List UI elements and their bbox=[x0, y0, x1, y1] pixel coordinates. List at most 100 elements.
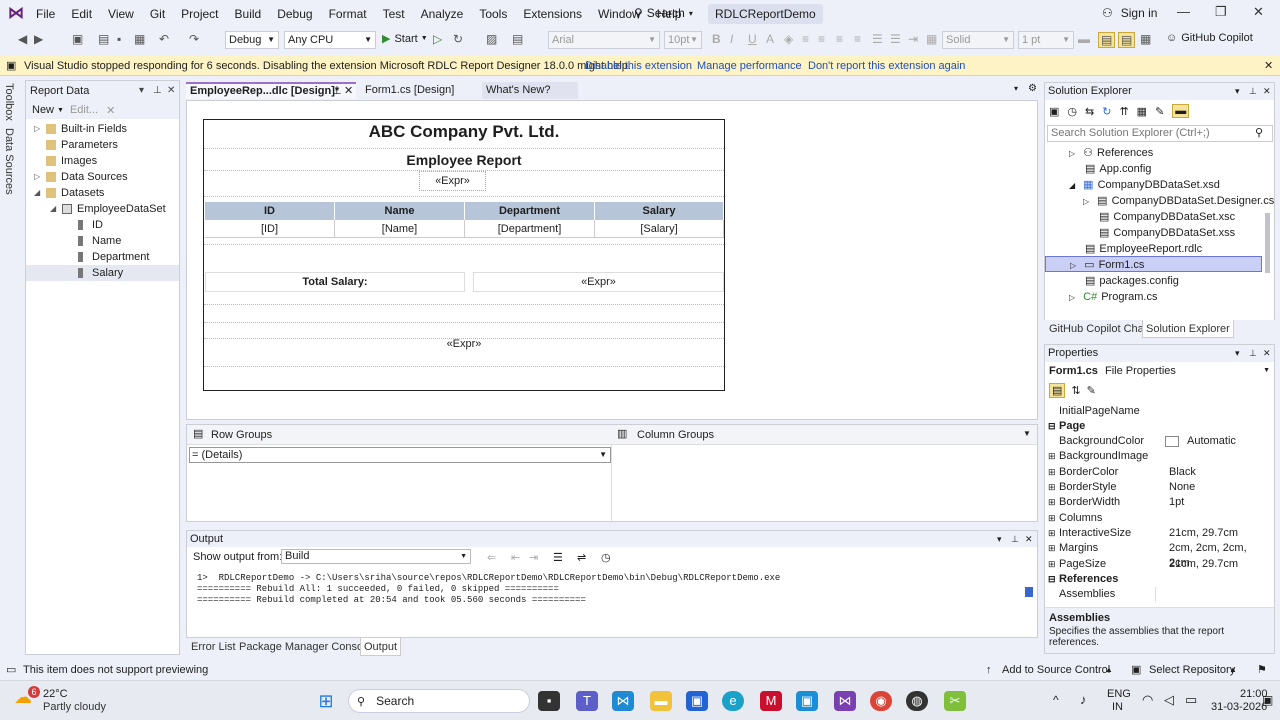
properties-wrench-icon[interactable]: ✎ bbox=[1155, 105, 1164, 118]
sync-icon[interactable]: ▣ bbox=[1049, 105, 1059, 118]
toolbox-tab[interactable]: Toolbox bbox=[3, 83, 15, 121]
border-style-select[interactable]: Solid ▼ bbox=[942, 31, 1014, 49]
tree-item-field-id[interactable]: ID bbox=[26, 217, 179, 233]
expand-icon[interactable]: ⊞ bbox=[1048, 449, 1056, 464]
align-right-icon[interactable]: ≡ bbox=[836, 32, 843, 46]
align-center-icon[interactable]: ≡ bbox=[818, 32, 825, 46]
open-file-icon[interactable]: ▤ bbox=[98, 32, 109, 46]
expand-icon[interactable]: ▷ bbox=[1069, 293, 1075, 302]
tab-github-copilot-chat[interactable]: GitHub Copilot Chat bbox=[1046, 320, 1150, 338]
microphone-icon[interactable]: ♪ bbox=[1080, 692, 1087, 707]
close-icon[interactable]: ✕ bbox=[1263, 345, 1271, 362]
solution-item-program[interactable]: ▷ C# Program.cs bbox=[1069, 289, 1280, 305]
categorized-icon[interactable]: ▤ bbox=[1049, 382, 1066, 398]
expand-icon[interactable]: ⊞ bbox=[1048, 541, 1056, 556]
input-indicator[interactable]: IN bbox=[1112, 701, 1123, 713]
property-row[interactable]: ⊞ BorderColor Black bbox=[1045, 465, 1260, 480]
dropdown-icon[interactable]: ▾ bbox=[139, 81, 144, 101]
save-icon[interactable]: ▪ bbox=[117, 32, 121, 46]
forward-icon[interactable]: ▶ bbox=[34, 32, 43, 46]
header-id[interactable]: ID bbox=[205, 202, 335, 220]
disable-extension-link[interactable]: Disable this extension bbox=[585, 56, 692, 76]
tree-item-images[interactable]: Images bbox=[26, 153, 179, 169]
expand-icon[interactable]: ▷ bbox=[34, 169, 40, 185]
expand-icon[interactable]: ⊞ bbox=[1048, 511, 1056, 526]
store-icon[interactable]: ▣ bbox=[686, 691, 708, 711]
property-pages-icon[interactable]: ✎ bbox=[1087, 384, 1096, 397]
report-layout-icon[interactable]: ▤ bbox=[1118, 32, 1136, 48]
start-without-debugging-icon[interactable]: ▷ bbox=[433, 32, 442, 46]
manage-performance-link[interactable]: Manage performance bbox=[697, 56, 802, 76]
indent-icon[interactable]: ⇥ bbox=[908, 32, 918, 46]
expand-icon[interactable]: ▷ bbox=[34, 121, 40, 137]
chevron-down-icon[interactable]: ▼ bbox=[1023, 429, 1031, 438]
property-value[interactable]: 21cm, 29.7cm bbox=[1169, 557, 1238, 572]
undo-icon[interactable]: ↶ bbox=[159, 32, 169, 46]
refresh-icon[interactable]: ↻ bbox=[1102, 105, 1111, 118]
italic-icon[interactable]: I bbox=[730, 32, 733, 46]
notifications-icon[interactable]: ⚑ bbox=[1257, 660, 1267, 680]
justify-icon[interactable]: ≡ bbox=[854, 32, 861, 46]
expand-icon[interactable]: ⊞ bbox=[1048, 465, 1056, 480]
solution-item-references[interactable]: ▷ ⚇ References bbox=[1069, 145, 1280, 161]
minimize-icon[interactable]: — bbox=[1177, 4, 1190, 19]
tab-solution-explorer[interactable]: Solution Explorer bbox=[1142, 320, 1234, 338]
tree-item-field-salary[interactable]: Salary bbox=[26, 265, 179, 281]
layout-icon[interactable]: ▤ bbox=[512, 32, 523, 46]
clock-date[interactable]: 31-03-2026 bbox=[1211, 701, 1267, 713]
report-body-icon[interactable]: ▤ bbox=[1098, 32, 1116, 48]
edge-icon[interactable]: e bbox=[722, 691, 744, 711]
scrollbar-thumb[interactable] bbox=[1025, 587, 1033, 597]
properties-object-select[interactable]: Form1.cs File Properties ▼ bbox=[1045, 362, 1274, 380]
tab-output[interactable]: Output bbox=[360, 638, 402, 656]
property-category-references[interactable]: ⊟ References bbox=[1045, 572, 1260, 587]
pin-icon[interactable]: ⊥ bbox=[1249, 83, 1257, 100]
solution-item-app-config[interactable]: ▤ App.config bbox=[1069, 161, 1280, 177]
solution-item-dataset-xsd[interactable]: ◢ ▦ CompanyDBDataSet.xsd bbox=[1069, 177, 1280, 193]
property-row[interactable]: ⊞ BackgroundImage bbox=[1045, 449, 1260, 464]
details-group[interactable]: = (Details) ▼ bbox=[189, 447, 611, 463]
menu-tools[interactable]: Tools bbox=[471, 0, 515, 28]
task-view-icon[interactable]: ▪ bbox=[538, 691, 560, 711]
tree-item-field-name[interactable]: Name bbox=[26, 233, 179, 249]
font-color-icon[interactable]: A bbox=[766, 32, 774, 46]
font-size-select[interactable]: 10pt ▼ bbox=[664, 31, 702, 49]
menu-git[interactable]: Git bbox=[142, 0, 173, 28]
background-color-icon[interactable]: ◈ bbox=[784, 32, 793, 46]
date-expression-textbox[interactable]: «Expr» bbox=[419, 171, 486, 191]
vscode-icon[interactable]: ⋈ bbox=[612, 691, 634, 711]
bold-icon[interactable]: B bbox=[712, 32, 721, 46]
windows-start-icon[interactable]: ⊞ bbox=[315, 691, 337, 711]
close-icon[interactable]: ✕ bbox=[1253, 4, 1264, 20]
previous-message-icon[interactable]: ⇤ bbox=[511, 551, 520, 564]
tree-item-built-in-fields[interactable]: ▷ Built-in Fields bbox=[26, 121, 179, 137]
clear-all-icon[interactable]: ☰ bbox=[553, 551, 563, 564]
close-icon[interactable]: ✕ bbox=[1025, 531, 1033, 547]
teams-icon[interactable]: T bbox=[576, 691, 598, 711]
pin-icon[interactable]: ⊥ bbox=[153, 81, 162, 101]
redo-icon[interactable]: ↷ bbox=[189, 32, 199, 46]
platform-select[interactable]: Any CPU ▼ bbox=[284, 31, 376, 49]
preview-icon[interactable]: ▬ bbox=[1172, 104, 1190, 118]
add-to-source-control-button[interactable]: Add to Source Control bbox=[1002, 660, 1110, 680]
property-value[interactable]: 21cm, 29.7cm bbox=[1169, 526, 1238, 541]
dropdown-icon[interactable]: ▾ bbox=[1235, 83, 1240, 100]
language-indicator[interactable]: ENG bbox=[1107, 688, 1131, 700]
new-button[interactable]: New bbox=[32, 104, 54, 116]
battery-icon[interactable]: ▭ bbox=[1185, 692, 1197, 708]
company-title-textbox[interactable]: ABC Company Pvt. Ltd. bbox=[204, 122, 724, 142]
volume-icon[interactable]: ◁ bbox=[1164, 692, 1174, 708]
browse-icon[interactable]: ▨ bbox=[486, 32, 497, 46]
menu-format[interactable]: Format bbox=[321, 0, 375, 28]
underline-icon[interactable]: U bbox=[748, 32, 757, 46]
collapse-icon[interactable]: ◢ bbox=[1069, 181, 1075, 190]
solution-scrollbar[interactable] bbox=[1265, 213, 1270, 273]
menu-edit[interactable]: Edit bbox=[63, 0, 100, 28]
save-all-icon[interactable]: ▦ bbox=[134, 32, 145, 46]
pin-icon[interactable]: ⊥ bbox=[332, 84, 342, 99]
start-button[interactable]: ▶ Start ▼ bbox=[382, 32, 428, 46]
cell-department[interactable]: [Department] bbox=[465, 220, 595, 238]
tab-package-manager-console[interactable]: Package Manager Console bbox=[236, 638, 375, 656]
solution-item-dataset-xss[interactable]: ▤ CompanyDBDataSet.xss bbox=[1083, 225, 1273, 241]
output-scrollbar[interactable] bbox=[1025, 573, 1033, 631]
